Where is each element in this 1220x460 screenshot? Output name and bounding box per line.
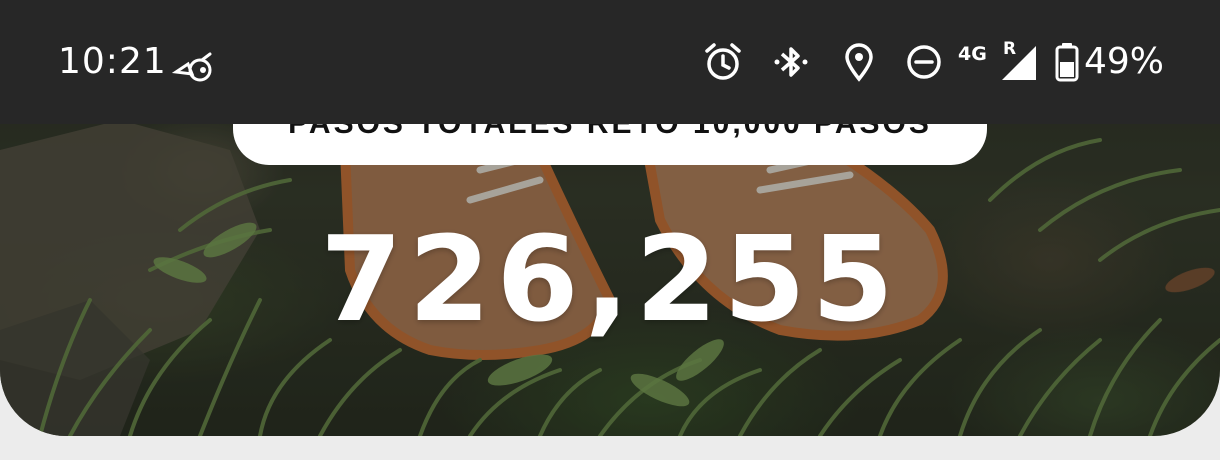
cell-signal-icon — [1002, 46, 1036, 80]
battery-percent: 49% — [1084, 41, 1165, 82]
status-time: 10:21 — [58, 41, 167, 82]
alarm-icon — [705, 43, 741, 80]
battery-fill — [1060, 62, 1074, 77]
battery-icon — [1055, 43, 1079, 82]
do-not-disturb-icon — [907, 45, 941, 79]
total-steps-value: 726,255 — [320, 210, 900, 348]
notification-app-icon — [172, 52, 212, 82]
status-bar: 10:21 4G R 49% — [0, 0, 1220, 124]
network-type: 4G — [958, 43, 987, 65]
bluetooth-icon — [774, 47, 808, 77]
location-icon — [845, 43, 873, 82]
